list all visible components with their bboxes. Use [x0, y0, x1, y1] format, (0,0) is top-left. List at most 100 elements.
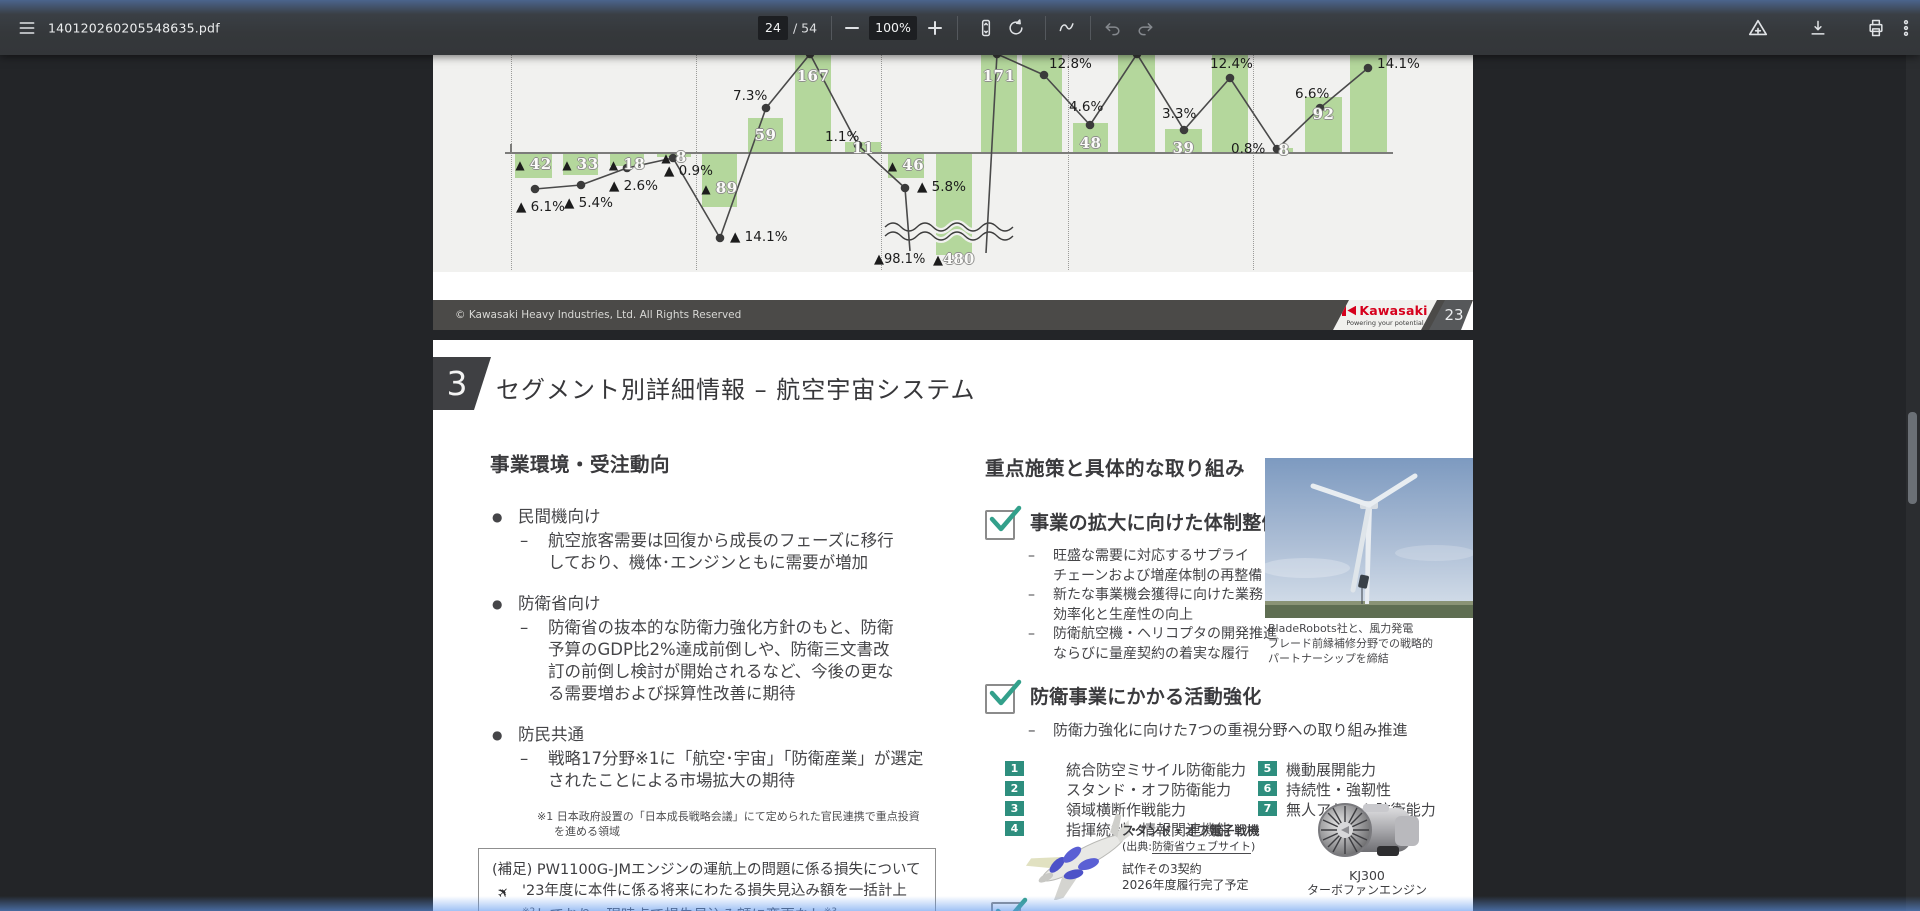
photo-caption-line: パートナーシップを締結	[1268, 651, 1473, 666]
chart-data-point	[1180, 126, 1189, 135]
redo-icon[interactable]	[1128, 11, 1162, 45]
checkbox-icon	[985, 510, 1015, 540]
numbered-item: 5機動展開能力	[1258, 759, 1436, 779]
chart-point-label: ▲ 0.9%	[664, 163, 713, 179]
numbered-item: 1統合防空ミサイル防衛能力	[1005, 759, 1258, 779]
chart-point-label: 12.4%	[1210, 56, 1253, 72]
rotate-icon[interactable]	[999, 11, 1033, 45]
chart-bar-label: ▲ 33	[562, 155, 598, 173]
pdf-page-23: ▲ 42▲ 33▲ 18▲ 8▲ 895916711▲ 461714839892…	[433, 55, 1473, 330]
dash-glyph: –	[520, 748, 528, 770]
zoom-out-button[interactable]	[845, 27, 859, 29]
chart-data-point	[1040, 71, 1049, 80]
zoom-in-button[interactable]	[928, 21, 942, 35]
dash-glyph: –	[520, 617, 528, 639]
kawasaki-logo: Kawasaki Powering your potential	[1333, 300, 1437, 330]
number-badge: 5	[1258, 761, 1277, 776]
measure-sub-line: –防衛力強化に向けた7つの重視分野への取り組み推進	[985, 721, 1455, 741]
toolbar-divider	[1090, 16, 1091, 40]
engine-name: KJ300	[1299, 868, 1435, 883]
scrollbar-thumb[interactable]	[1908, 412, 1917, 504]
defense-ministry-link[interactable]: 防衛省ウェブサイト	[1152, 840, 1251, 854]
slide-title: セグメント別詳細情報 – 航空宇宙システム	[496, 370, 976, 405]
bullet-line: 予算のGDP比2%達成前倒しや、防衛三文書改	[490, 639, 955, 661]
chart-bar-label: ▲ 42	[515, 155, 551, 173]
bullet-group: ●防民共通–戦略17分野※1に「航空･宇宙」「防衛産業」が選定されたことによる市…	[490, 722, 955, 792]
add-to-drive-icon[interactable]	[1741, 11, 1775, 45]
chart-point-label: ▲ 5.4%	[564, 195, 613, 211]
dash-glyph: –	[1028, 547, 1035, 567]
left-bullet-list: ●民間機向け–航空旅客需要は回復から成長のフェーズに移行しており、機体･エンジン…	[490, 504, 955, 792]
business-environment-column: 事業環境・受注動向 ●民間機向け–航空旅客需要は回復から成長のフェーズに移行して…	[490, 448, 955, 839]
undo-icon[interactable]	[1096, 11, 1130, 45]
checkbox-icon-cut	[991, 902, 1021, 911]
bullet-line: –戦略17分野※1に「航空･宇宙」「防衛産業」が選定	[490, 748, 955, 770]
chart-bar-label: 92	[1313, 105, 1335, 123]
chart-bar-label: ▲ 18	[609, 155, 645, 173]
note-box-title: (補足) PW1100G-JMエンジンの運航上の問題に係る損失について	[492, 860, 935, 880]
bullet-title: ●防衛省向け	[490, 591, 955, 617]
toolbar-divider	[957, 16, 958, 40]
chart-break-bar-label: ▲480	[933, 250, 974, 268]
bullet-line: –防衛省の抜本的な防衛力強化方針のもと、防衛	[490, 617, 955, 639]
chart-bar-label: ▲ 46	[888, 156, 924, 174]
zoom-level-input[interactable]: 100%	[869, 16, 917, 40]
footnote-line: ※1 日本政府設置の「日本成長戦略会議」にて定められた官民連携で重点投資	[490, 809, 955, 824]
page-total-label: / 54	[793, 20, 817, 35]
menu-icon[interactable]	[10, 11, 44, 45]
kawasaki-river-mark-icon	[1342, 306, 1356, 316]
zoom-level-value: 100%	[875, 20, 911, 35]
chart-data-point	[901, 184, 910, 193]
chart-data-point	[531, 185, 540, 194]
measure-item-title: 防衛事業にかかる活動強化	[1030, 682, 1262, 712]
turbofan-engine-photo	[1311, 802, 1423, 866]
download-icon[interactable]	[1801, 11, 1835, 45]
brand-name: Kawasaki	[1359, 303, 1427, 318]
note-box-line2: ※2しており、現時点で損失見込み額に変更なし※3	[492, 902, 935, 911]
page-number-input[interactable]: 24	[758, 16, 788, 40]
chart-data-point	[1086, 121, 1095, 130]
number-badge: 1	[1005, 761, 1024, 776]
bullet-dot-icon: ●	[492, 722, 502, 748]
measure-item: 防衛事業にかかる活動強化 –防衛力強化に向けた7つの重視分野への取り組み推進	[985, 682, 1455, 741]
document-title: 140120260205548635.pdf	[48, 20, 220, 35]
chart-data-point	[1364, 64, 1373, 73]
chart-bar-label: 39	[1173, 139, 1195, 157]
chart-point-label: 3.3%	[1162, 106, 1196, 122]
more-options-icon[interactable]	[1889, 11, 1920, 45]
measure-item-header: 防衛事業にかかる活動強化	[985, 682, 1455, 714]
bullet-group: ●民間機向け–航空旅客需要は回復から成長のフェーズに移行しており、機体･エンジン…	[490, 504, 955, 574]
section-number-badge: 3	[433, 357, 491, 410]
page-number-value: 24	[765, 20, 781, 35]
toolbar-divider	[831, 16, 832, 40]
number-badge: 2	[1005, 781, 1024, 796]
chart-point-label: ▲ 5.8%	[917, 179, 966, 195]
bullet-title: ●民間機向け	[490, 504, 955, 530]
print-icon[interactable]	[1859, 11, 1893, 45]
toolbar-divider	[1045, 16, 1046, 40]
aircraft-caption-block: スタンド・オフ電子戦機 (出典:防衛省ウェブサイト) 試作その3契約 2026年…	[1122, 822, 1312, 893]
chart-point-label: ▲ 2.6%	[609, 178, 658, 194]
dash-glyph: –	[1028, 586, 1035, 606]
dash-glyph: –	[1028, 721, 1036, 741]
note-box-line1: '23年度に本件に係る将来にわたる損失見込み額を一括計上	[522, 883, 907, 899]
chart-bar-label: 171	[983, 67, 1016, 85]
chart-point-label: 0.8%	[1231, 141, 1265, 157]
chart-bar-label: 8	[1279, 141, 1290, 159]
aircraft-note-1: 試作その3契約	[1122, 861, 1312, 877]
browser-pdf-viewer: 140120260205548635.pdf 24 / 54 100%	[0, 0, 1920, 911]
chart-point-label: 14.1%	[1377, 56, 1420, 72]
chart-point-label: ▲ 6.1%	[516, 199, 565, 215]
bullet-line: 訂の前倒し検討が開始されるなど、今後の更な	[490, 661, 955, 683]
number-badge: 7	[1258, 801, 1277, 816]
bullet-group: ●防衛省向け–防衛省の抜本的な防衛力強化方針のもと、防衛予算のGDP比2%達成前…	[490, 591, 955, 705]
fit-page-icon[interactable]	[969, 11, 1003, 45]
numbered-item: 6持続性・強靭性	[1258, 779, 1436, 799]
bullet-dot-icon: ●	[492, 504, 502, 530]
photo-caption-line: BladeRobots社と、風力発電	[1268, 621, 1473, 636]
bullet-line: る需要増および採算性改善に期待	[490, 683, 955, 705]
photo-caption: BladeRobots社と、風力発電ブレード前縁補修分野での戦略的パートナーシッ…	[1268, 621, 1473, 666]
copyright-text: © Kawasaki Heavy Industries, Ltd. All Ri…	[455, 309, 741, 321]
measure-item-title: 事業の拡大に向けた体制整備	[1030, 508, 1281, 538]
annotate-pen-icon[interactable]	[1050, 11, 1084, 45]
